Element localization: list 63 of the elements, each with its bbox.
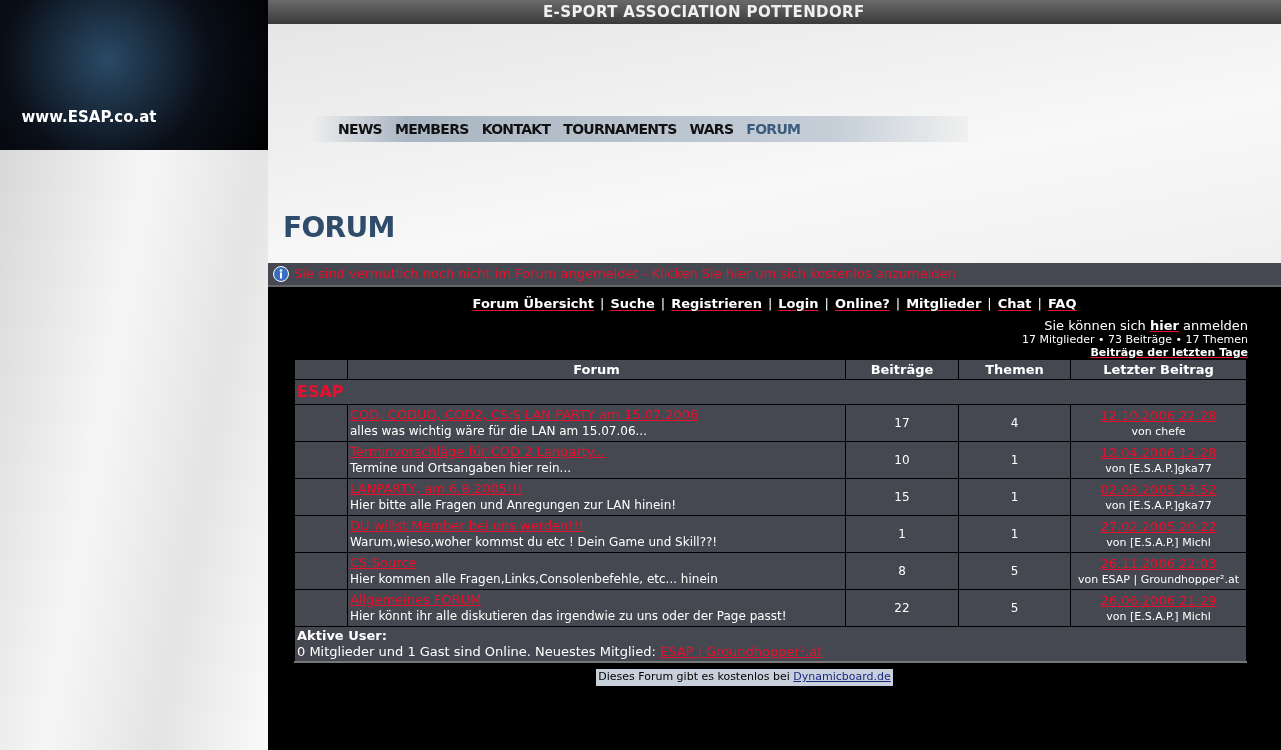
active-users-text: 0 Mitglieder und 1 Gast sind Online. Neuestes Mitglied: ESAP | Groundhopper².at [297, 644, 823, 659]
forum-description: Hier bitte alle Fragen und Anregungen zur LAN hinein! [350, 498, 677, 512]
table-cell: 10 [845, 441, 959, 479]
table-header [294, 359, 348, 380]
site-title: E-SPORT ASSOCIATION POTTENDORF [543, 1, 865, 23]
nav-link[interactable]: KONTAKT [481, 118, 551, 140]
table-cell: 17 [845, 404, 959, 442]
menu-link[interactable]: Login [778, 294, 819, 314]
menu-link[interactable]: Mitglieder [906, 294, 982, 314]
forum-description: alles was wichtig wäre für die LAN am 15.07.06... [350, 424, 647, 438]
last-post-author: von chefe [1131, 424, 1186, 438]
login-hint: Sie können sich hier anmelden [1044, 317, 1248, 333]
table-cell: 22 [845, 589, 959, 627]
table-header: Beiträge [845, 359, 959, 380]
notice-text: Sie sind vermutlich noch nicht im Forum angemeldet - Klicken Sie hier um sich kostenlos anzumelden [294, 265, 956, 284]
last-post-author: von [E.S.A.P.]gka77 [1105, 498, 1212, 512]
last-post-author: von ESAP | Groundhopper².at [1077, 572, 1240, 586]
menu-link[interactable]: FAQ [1047, 294, 1077, 314]
nav-link[interactable]: TOURNAMENTS [563, 118, 677, 140]
separator: | [895, 295, 901, 313]
forum-description: Warum,wieso,woher kommst du etc ! Dein Game und Skill??! [350, 535, 718, 549]
recent-posts-link[interactable]: Beiträge der letzten Tage [1090, 345, 1248, 359]
table-cell: 1 [958, 478, 1071, 516]
table-cell: 8 [845, 552, 959, 590]
nav-link[interactable]: MEMBERS [395, 118, 469, 140]
page-heading: FORUM [283, 210, 396, 246]
footer-link[interactable]: Dynamicboard.de [793, 670, 891, 683]
separator: | [987, 295, 992, 313]
separator: | [600, 295, 605, 313]
info-icon [273, 266, 289, 282]
last-post-author: von [E.S.A.P.] Michl [1106, 535, 1211, 549]
last-post-author: von [E.S.A.P.] Michl [1106, 609, 1211, 623]
table-header: Letzter Beitrag [1070, 359, 1247, 380]
signup-here-link[interactable]: hier [1149, 317, 1179, 333]
menu-link[interactable]: Online? [834, 294, 890, 314]
logo-text: www.ESAP.co.at [21, 106, 157, 128]
table-cell: 1 [845, 515, 959, 553]
table-cell: 1 [958, 515, 1071, 553]
table-cell: 15 [845, 478, 959, 516]
forum-stats: 17 Mitglieder • 73 Beiträge • 17 Themen [1021, 332, 1248, 346]
table-header: Themen [958, 359, 1071, 380]
nav-link[interactable]: FORUM [746, 118, 801, 140]
nav-link[interactable]: NEWS [338, 118, 382, 140]
forum-description: Termine und Ortsangaben hier rein... [350, 461, 572, 475]
table-cell: 1 [958, 441, 1071, 479]
menu-link[interactable]: Suche [610, 294, 655, 314]
separator: | [660, 295, 666, 313]
separator: | [1037, 295, 1042, 313]
separator: | [767, 295, 773, 313]
last-post-author: von [E.S.A.P.]gka77 [1105, 461, 1212, 475]
forum-description: Hier könnt ihr alle diskutieren das irgendwie zu uns oder der Page passt! [350, 609, 787, 623]
table-header: Forum [347, 359, 846, 380]
menu-link[interactable]: Forum Übersicht [472, 294, 594, 314]
footer-note: Dieses Forum gibt es kostenlos bei Dynamicboard.de [596, 669, 893, 686]
separator: | [824, 295, 829, 313]
table-cell: 5 [958, 552, 1071, 590]
menu-link[interactable]: Registrieren [671, 294, 762, 314]
active-users-heading: Aktive User: [297, 628, 387, 643]
menu-link[interactable]: Chat [997, 294, 1032, 314]
nav-link[interactable]: WARS [689, 118, 734, 140]
table-cell: 4 [958, 404, 1071, 442]
table-cell: 5 [958, 589, 1071, 627]
forum-description: Hier kommen alle Fragen,Links,Consolenbefehle, etc... hinein [350, 572, 718, 586]
